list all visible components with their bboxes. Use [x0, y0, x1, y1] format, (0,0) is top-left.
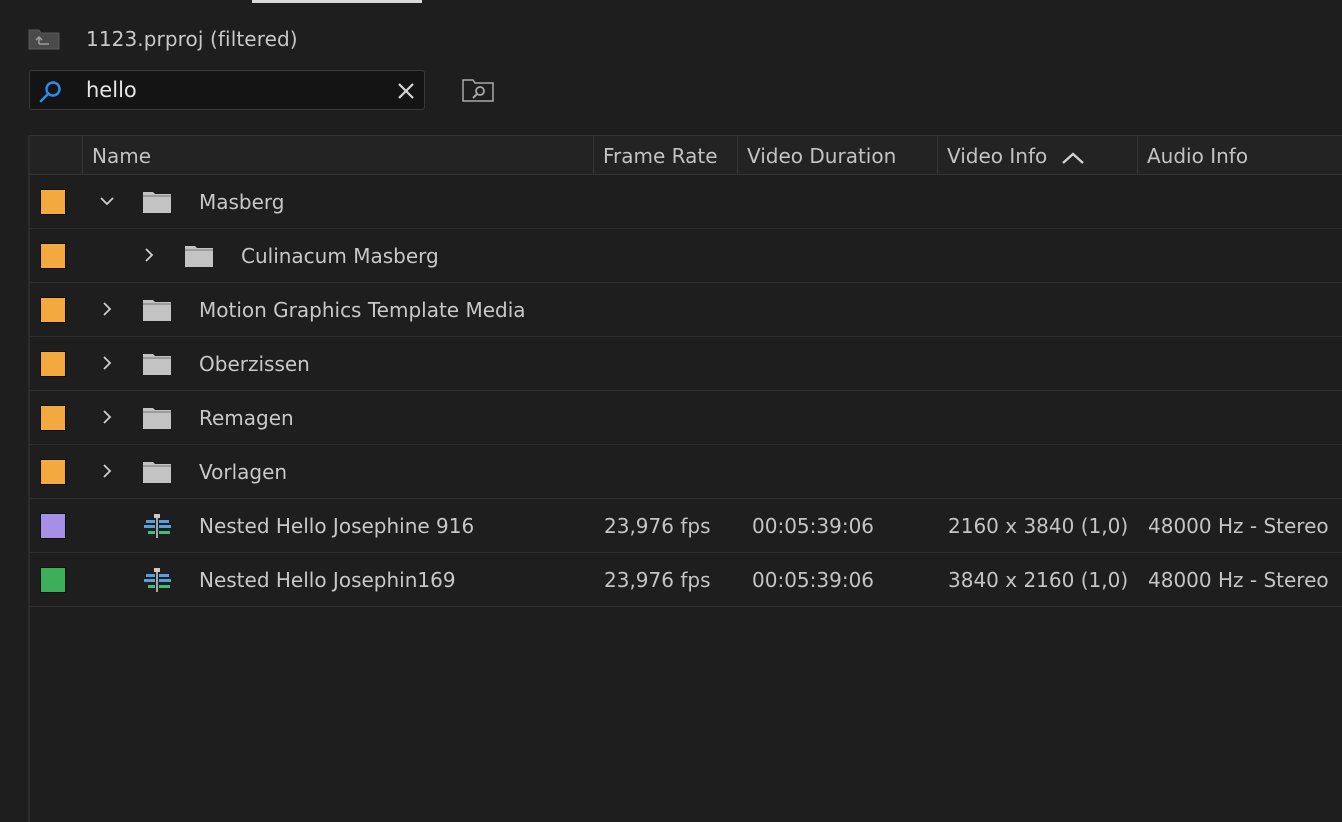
search-icon	[39, 81, 61, 103]
item-name[interactable]: Nested Hello Josephin169	[199, 553, 456, 607]
audio-info-cell: 48000 Hz - Stereo	[1148, 514, 1329, 538]
sequence-row[interactable]: Nested Hello Josephin169 23,976 fps 00:05:…	[30, 553, 1342, 607]
label-color-swatch[interactable]	[40, 189, 66, 215]
project-items-table: Name Frame Rate Video Duration Video Inf…	[30, 135, 1342, 607]
sequence-icon	[144, 514, 171, 538]
video-info-cell: 2160 x 3840 (1,0)	[948, 514, 1129, 538]
column-header-audio-info[interactable]: Audio Info	[1137, 136, 1342, 174]
project-up-folder-icon[interactable]	[28, 28, 60, 50]
item-name[interactable]: Vorlagen	[199, 445, 287, 499]
audio-info-cell: 48000 Hz - Stereo	[1148, 568, 1329, 592]
bin-row[interactable]: Masberg	[30, 175, 1342, 229]
sequence-icon	[144, 568, 171, 592]
bin-folder-icon	[143, 300, 171, 321]
label-color-swatch[interactable]	[40, 351, 66, 377]
active-tab-indicator	[252, 0, 422, 3]
item-name[interactable]: Remagen	[199, 391, 294, 445]
column-header-frame-rate[interactable]: Frame Rate	[593, 136, 737, 174]
search-input[interactable]	[86, 75, 386, 105]
bin-folder-icon	[185, 246, 213, 267]
bin-folder-icon	[143, 462, 171, 483]
video-duration-cell: 00:05:39:06	[752, 514, 875, 538]
chevron-right-icon[interactable]	[98, 353, 116, 373]
chevron-right-icon[interactable]	[98, 299, 116, 319]
bin-folder-icon	[143, 354, 171, 375]
search-box[interactable]	[29, 70, 425, 110]
column-header-video-info[interactable]: Video Info	[937, 136, 1137, 174]
video-info-cell: 3840 x 2160 (1,0)	[948, 568, 1129, 592]
label-color-swatch[interactable]	[40, 567, 66, 593]
chevron-right-icon[interactable]	[98, 407, 116, 427]
label-color-swatch[interactable]	[40, 297, 66, 323]
project-panel: 1123.prproj (filtered) Name Frame Rate V…	[0, 0, 1342, 822]
column-header-video-info-label: Video Info	[947, 144, 1048, 168]
label-color-swatch[interactable]	[40, 513, 66, 539]
bin-row[interactable]: Oberzissen	[30, 337, 1342, 391]
bin-row[interactable]: Remagen	[30, 391, 1342, 445]
label-color-swatch[interactable]	[40, 405, 66, 431]
find-in-bin-icon[interactable]	[462, 78, 494, 102]
item-name[interactable]: Masberg	[199, 175, 285, 229]
table-body: Masberg Culinacum Masberg Motion Graphics …	[30, 175, 1342, 607]
clear-search-icon[interactable]	[394, 79, 418, 103]
item-name[interactable]: Motion Graphics Template Media	[199, 283, 526, 337]
item-name[interactable]: Culinacum Masberg	[241, 229, 439, 283]
chevron-right-icon[interactable]	[98, 461, 116, 481]
frame-rate-cell: 23,976 fps	[604, 568, 711, 592]
project-breadcrumb: 1123.prproj (filtered)	[28, 22, 298, 56]
table-header: Name Frame Rate Video Duration Video Inf…	[30, 135, 1342, 175]
label-color-swatch[interactable]	[40, 243, 66, 269]
item-name[interactable]: Nested Hello Josephine 916	[199, 499, 474, 553]
bin-row[interactable]: Vorlagen	[30, 445, 1342, 499]
column-header-video-duration[interactable]: Video Duration	[737, 136, 937, 174]
bin-row[interactable]: Culinacum Masberg	[30, 229, 1342, 283]
column-header-name[interactable]: Name	[82, 136, 593, 174]
sort-ascending-icon[interactable]	[1061, 151, 1085, 165]
bin-row[interactable]: Motion Graphics Template Media	[30, 283, 1342, 337]
bin-folder-icon	[143, 192, 171, 213]
video-duration-cell: 00:05:39:06	[752, 568, 875, 592]
sequence-row[interactable]: Nested Hello Josephine 916 23,976 fps 00:0…	[30, 499, 1342, 553]
chevron-down-icon[interactable]	[98, 191, 116, 211]
label-column-header[interactable]	[30, 136, 82, 174]
bin-folder-icon	[143, 408, 171, 429]
project-title: 1123.prproj (filtered)	[86, 27, 298, 51]
frame-rate-cell: 23,976 fps	[604, 514, 711, 538]
chevron-right-icon[interactable]	[140, 245, 158, 265]
label-color-swatch[interactable]	[40, 459, 66, 485]
item-name[interactable]: Oberzissen	[199, 337, 310, 391]
